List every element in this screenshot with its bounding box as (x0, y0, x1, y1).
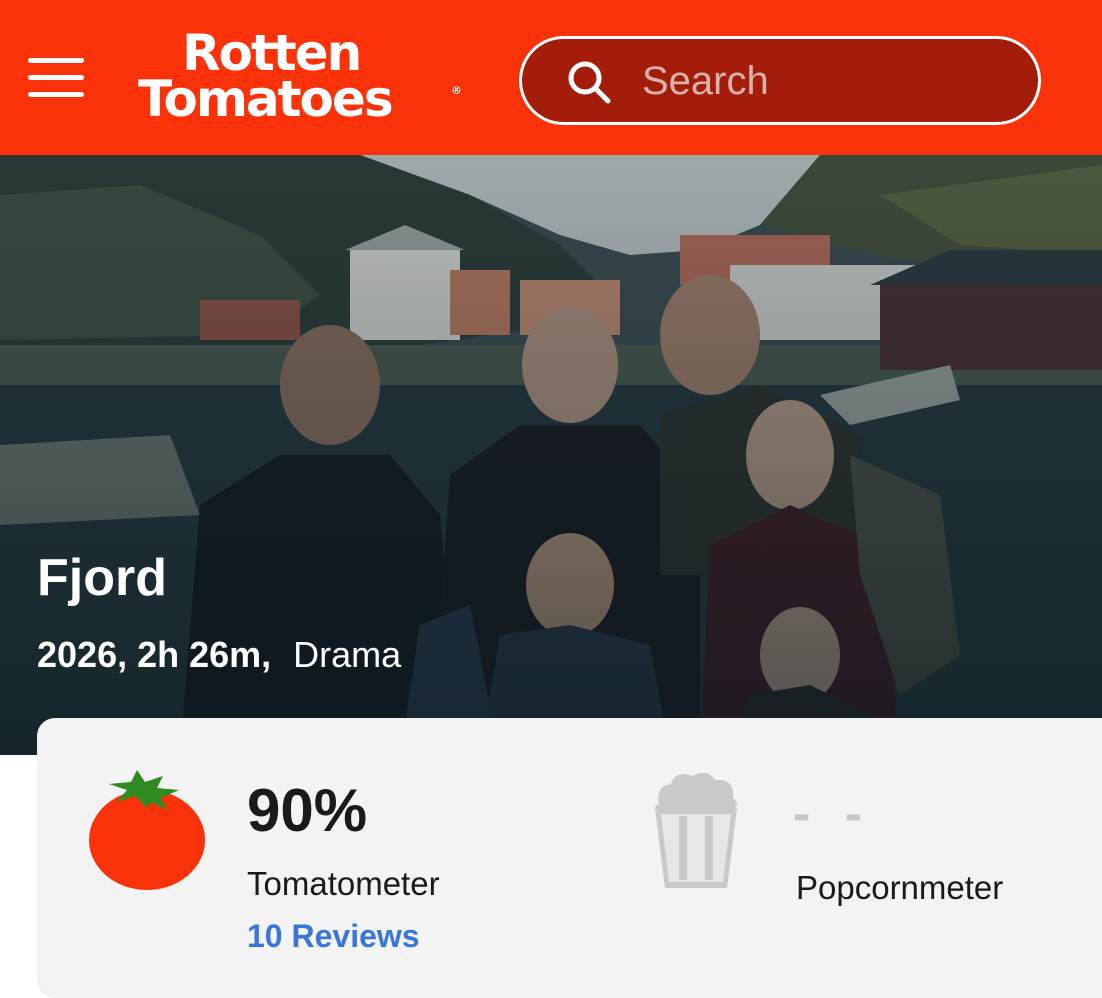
movie-year-runtime: 2026, 2h 26m, (37, 634, 272, 675)
popcorn-bucket-icon (655, 772, 737, 888)
menu-line (28, 92, 84, 97)
tomatometer-score: 90% (247, 777, 368, 844)
movie-meta: 2026, 2h 26m, Drama (37, 633, 401, 677)
hero-banner: Fjord 2026, 2h 26m, Drama (0, 155, 1102, 755)
search-bar[interactable] (519, 36, 1041, 125)
logo-text-line2: Tomatoes (138, 70, 394, 128)
hamburger-menu-icon[interactable] (28, 56, 86, 102)
tomatometer-label: Tomatometer (247, 865, 440, 902)
popcornmeter-label: Popcornmeter (796, 869, 1004, 906)
menu-line (28, 75, 84, 80)
logo-registered-mark: ® (451, 84, 462, 97)
search-input[interactable] (640, 53, 1020, 109)
movie-genre: Drama (293, 634, 402, 675)
search-icon[interactable] (566, 59, 612, 105)
tomato-icon (89, 770, 205, 890)
reviews-link[interactable]: 10 Reviews (247, 916, 420, 956)
menu-line (28, 58, 84, 63)
popcornmeter-score: - - (793, 785, 873, 843)
rotten-tomatoes-logo[interactable]: Rotten Tomatoes ® (138, 28, 468, 130)
movie-title: Fjord (37, 549, 167, 607)
score-card: 90% Tomatometer 10 Reviews - - Popcornme… (37, 718, 1102, 998)
site-header: Rotten Tomatoes ® (0, 0, 1102, 155)
